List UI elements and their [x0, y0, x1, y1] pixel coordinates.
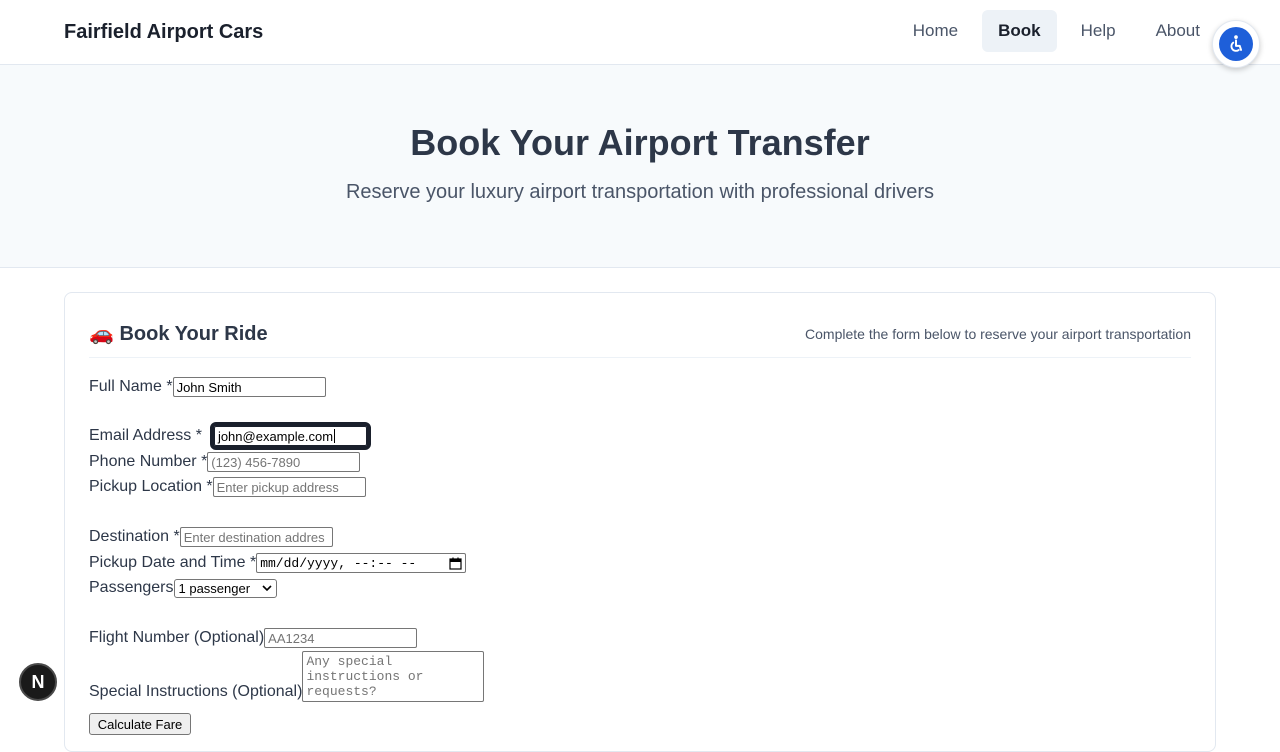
brand-name[interactable]: Fairfield Airport Cars	[64, 21, 263, 44]
destination-label: Destination *	[89, 528, 180, 545]
full-name-label: Full Name *	[89, 378, 173, 395]
passengers-label: Passengers	[89, 579, 174, 596]
email-row: Email Address * john@example.com	[89, 422, 371, 450]
destination-input[interactable]: Enter destination addres	[179, 527, 333, 547]
accessibility-button[interactable]	[1212, 20, 1260, 68]
accessibility-icon	[1219, 27, 1253, 61]
calendar-icon[interactable]	[449, 557, 462, 570]
booking-card: 🚗 Book Your Ride Complete the form below…	[64, 292, 1216, 752]
passengers-select[interactable]: 1 passenger	[173, 578, 277, 598]
calculate-fare-button[interactable]: Calculate Fare	[89, 713, 191, 735]
email-value: john@example.com	[217, 428, 334, 444]
passengers-row: Passengers 1 passenger	[89, 578, 277, 598]
nav-about[interactable]: About	[1140, 10, 1216, 52]
nav-home[interactable]: Home	[897, 10, 974, 52]
card-header: 🚗 Book Your Ride Complete the form below…	[89, 293, 1191, 358]
text-cursor	[334, 429, 336, 443]
phone-label: Phone Number *	[89, 453, 208, 470]
datetime-label: Pickup Date and Time *	[89, 554, 257, 571]
pickup-label: Pickup Location *	[89, 478, 213, 495]
pickup-input[interactable]: Enter pickup address	[212, 477, 366, 497]
email-input[interactable]: john@example.com	[209, 422, 371, 450]
full-name-row: Full Name * John Smith	[89, 377, 326, 397]
navbar: Fairfield Airport Cars Home Book Help Ab…	[0, 0, 1280, 65]
hero-section: Book Your Airport Transfer Reserve your …	[0, 65, 1280, 268]
nav-links: Home Book Help About	[897, 10, 1216, 52]
destination-row: Destination * Enter destination addres	[89, 527, 333, 547]
instructions-label: Special Instructions (Optional)	[89, 683, 303, 700]
flight-label: Flight Number (Optional)	[89, 629, 265, 646]
flight-row: Flight Number (Optional) AA1234	[89, 628, 418, 648]
pickup-row: Pickup Location * Enter pickup address	[89, 477, 366, 497]
passengers-selected: 1 passenger	[178, 580, 251, 596]
phone-input[interactable]: (123) 456-7890	[207, 452, 361, 472]
datetime-input[interactable]: mm/dd/yyyy, --:-- --	[256, 553, 467, 573]
devtools-badge[interactable]: N	[19, 663, 57, 701]
card-title: 🚗 Book Your Ride	[89, 323, 268, 345]
instructions-row: Special Instructions (Optional) Any spec…	[89, 651, 485, 702]
chevron-down-icon	[261, 585, 272, 591]
email-label: Email Address *	[89, 427, 202, 444]
datetime-row: Pickup Date and Time * mm/dd/yyyy, --:--…	[89, 553, 467, 573]
datetime-placeholder: mm/dd/yyyy, --:-- --	[260, 555, 417, 571]
nav-help[interactable]: Help	[1065, 10, 1132, 52]
nav-book[interactable]: Book	[982, 10, 1057, 52]
card-subtitle: Complete the form below to reserve your …	[805, 325, 1191, 342]
page-title: Book Your Airport Transfer	[410, 122, 870, 163]
flight-input[interactable]: AA1234	[264, 628, 418, 648]
full-name-input[interactable]: John Smith	[172, 377, 326, 397]
phone-row: Phone Number * (123) 456-7890	[89, 452, 361, 472]
page-subtitle: Reserve your luxury airport transportati…	[345, 181, 935, 203]
instructions-textarea[interactable]: Any special instructions or requests?	[302, 651, 485, 702]
